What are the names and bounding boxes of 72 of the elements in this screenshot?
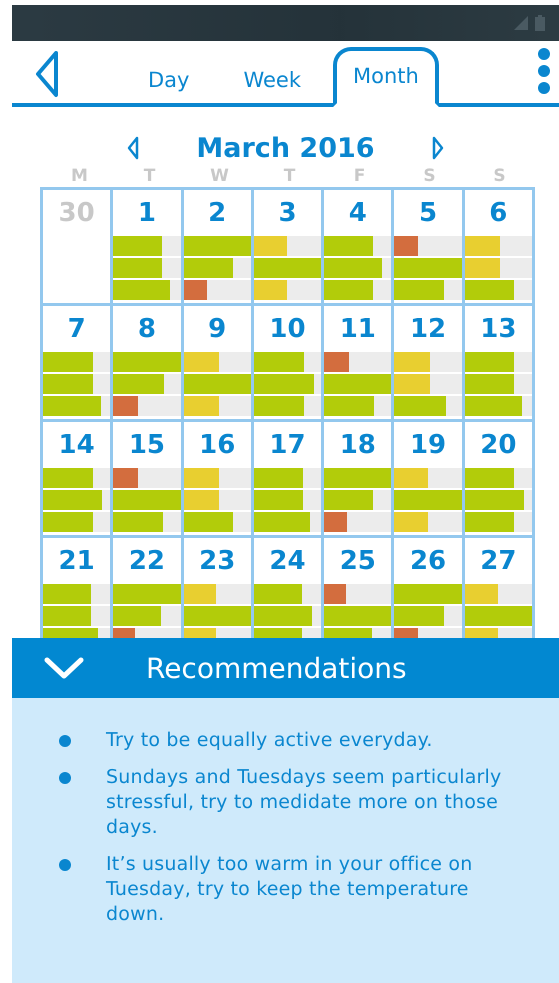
day-number: 6 <box>488 197 508 230</box>
day-cell[interactable]: 19 <box>394 422 462 535</box>
day-number: 8 <box>136 313 157 346</box>
day-number: 17 <box>268 429 307 462</box>
tab[interactable]: Month <box>333 47 439 107</box>
day-cell[interactable]: 24 <box>254 538 322 638</box>
day-number: 1 <box>136 197 157 230</box>
recommendation-text: Try to be equally active everyday. <box>106 728 433 753</box>
day-number: 22 <box>128 545 166 578</box>
previous-month-icon[interactable] <box>126 135 140 161</box>
day-number: 20 <box>479 429 518 462</box>
day-number: 16 <box>198 429 236 462</box>
recommendations-title: Recommendations <box>146 652 407 684</box>
bullet-icon <box>59 772 71 784</box>
tab[interactable]: Day <box>134 53 204 103</box>
day-number: 12 <box>408 313 448 346</box>
day-cell[interactable]: 17 <box>254 422 322 535</box>
day-cell[interactable]: 12 <box>394 306 462 419</box>
day-cell[interactable]: 15 <box>113 422 181 535</box>
day-number: 21 <box>58 545 96 578</box>
day-cell[interactable]: 20 <box>464 422 532 535</box>
day-number: 23 <box>198 545 236 578</box>
day-number: 2 <box>207 197 228 230</box>
day-number: 9 <box>207 313 228 346</box>
next-month-icon[interactable] <box>430 135 445 161</box>
day-number: 18 <box>338 429 377 462</box>
day-number: 15 <box>128 429 166 462</box>
day-number: 10 <box>268 313 307 346</box>
day-number: 13 <box>479 313 518 346</box>
day-cell[interactable]: 18 <box>324 422 392 535</box>
day-number: 14 <box>58 429 96 462</box>
day-cell[interactable]: 4 <box>324 190 392 303</box>
day-cell[interactable]: 5 <box>394 190 462 303</box>
chevron-down-icon[interactable] <box>44 657 84 679</box>
recommendation-text: It’s usually too warm in your office on Tuesday, try to keep the temperature down. <box>106 852 474 927</box>
day-number: 5 <box>418 197 438 230</box>
day-number: 25 <box>338 545 377 578</box>
more-options-icon[interactable] <box>537 47 551 95</box>
day-cell[interactable]: 23 <box>184 538 251 638</box>
day-cell[interactable]: 8 <box>113 306 181 419</box>
bullet-icon <box>59 735 71 747</box>
day-number: 11 <box>338 313 377 346</box>
day-number: 3 <box>277 197 298 230</box>
day-number: 26 <box>408 545 448 578</box>
day-cell[interactable]: 22 <box>113 538 181 638</box>
day-cell[interactable]: 27 <box>464 538 532 638</box>
day-cell[interactable]: 3 <box>254 190 322 303</box>
recommendation-text: Sundays and Tuesdays seem particularly stressful, try to medidate more on those days. <box>106 765 502 840</box>
day-cell[interactable]: 9 <box>184 306 251 419</box>
day-cell[interactable]: 2 <box>184 190 251 303</box>
day-cell[interactable]: 21 <box>43 538 110 638</box>
day-cell[interactable]: 13 <box>464 306 532 419</box>
day-number: 24 <box>268 545 307 578</box>
day-cell[interactable]: 26 <box>394 538 462 638</box>
day-cell[interactable]: 1 <box>113 190 181 303</box>
recommendations-header[interactable]: Recommendations <box>12 638 559 698</box>
tab[interactable]: Week <box>229 53 316 103</box>
day-cell[interactable]: 10 <box>254 306 322 419</box>
day-cell[interactable]: 11 <box>324 306 392 419</box>
day-number: 7 <box>66 313 87 346</box>
month-title: March 2016 <box>196 132 375 164</box>
day-number: 4 <box>348 197 368 230</box>
signal-icon <box>513 15 529 31</box>
battery-icon <box>535 15 545 31</box>
day-cell[interactable]: 14 <box>43 422 110 535</box>
bullet-icon <box>59 859 71 871</box>
day-cell[interactable]: 16 <box>184 422 251 535</box>
day-cell[interactable]: 7 <box>43 306 110 419</box>
day-number: 27 <box>479 545 518 578</box>
day-number: 19 <box>408 429 448 462</box>
day-cell[interactable]: 25 <box>324 538 392 638</box>
day-cell[interactable]: 6 <box>464 190 532 303</box>
